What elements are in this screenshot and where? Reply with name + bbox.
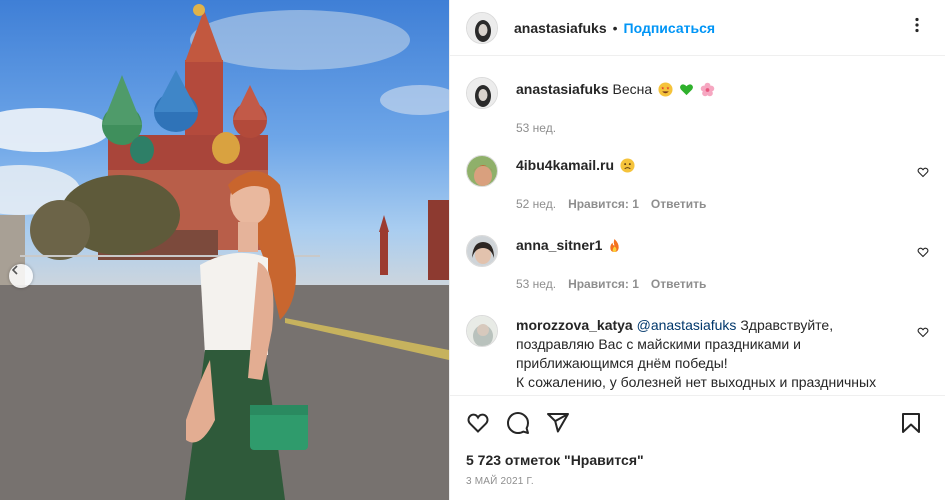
reply-button[interactable]: Ответить — [651, 275, 706, 293]
caption-meta: 53 нед. — [516, 119, 901, 137]
share-icon[interactable] — [546, 411, 570, 435]
caption-avatar[interactable] — [466, 77, 498, 109]
comment-mention-link[interactable]: @anastasiafuks — [637, 317, 737, 333]
comment-text-continued: К сожалению, у болезней нет выходных и п… — [516, 374, 877, 395]
post-details-panel: anastasiafuks • Подписаться anastasiafuk… — [449, 0, 945, 500]
comments-list[interactable]: anastasiafuks Весна 53 нед. 4ibu4kamail.… — [450, 57, 945, 395]
like-comment-heart-icon[interactable] — [917, 325, 929, 343]
caption-username[interactable]: anastasiafuks — [516, 81, 609, 97]
reply-button[interactable]: Ответить — [651, 195, 706, 213]
post-photo[interactable] — [0, 0, 449, 500]
post-actions-bar — [450, 395, 945, 449]
comment-item: morozzova_katya @anastasiafuks Здравству… — [466, 315, 929, 395]
more-icon — [909, 17, 925, 38]
commenter-avatar[interactable] — [466, 315, 498, 347]
caption-time[interactable]: 53 нед. — [516, 119, 556, 137]
separator-dot: • — [612, 19, 618, 36]
heart-icon[interactable] — [466, 411, 490, 435]
cherry-blossom-emoji — [700, 82, 715, 101]
comment-likes-count[interactable]: Нравится: 1 — [568, 195, 639, 213]
author-avatar[interactable] — [466, 11, 498, 44]
caption: anastasiafuks Весна 53 нед. — [466, 77, 929, 137]
comment-username[interactable]: 4ibu4kamail.ru — [516, 157, 614, 173]
post-header: anastasiafuks • Подписаться — [450, 0, 945, 56]
caption-text: Весна — [612, 81, 653, 97]
fire-emoji — [608, 238, 621, 257]
comment-time[interactable]: 52 нед. — [516, 195, 556, 213]
comment-likes-count[interactable]: Нравится: 1 — [568, 275, 639, 293]
likes-count[interactable]: 5 723 отметок "Нравится" — [466, 452, 644, 468]
comment-item: 4ibu4kamail.ru 52 нед. Нравится: 1 Ответ… — [466, 155, 929, 213]
comment-item: anna_sitner1 53 нед. Нравится: 1 Ответит… — [466, 235, 929, 293]
frowning-face-emoji — [620, 158, 635, 177]
author-username[interactable]: anastasiafuks — [514, 20, 607, 36]
star-struck-emoji — [658, 82, 673, 101]
bookmark-icon[interactable] — [899, 411, 923, 435]
comment-time[interactable]: 53 нед. — [516, 275, 556, 293]
follow-button[interactable]: Подписаться — [624, 20, 716, 36]
commenter-avatar[interactable] — [466, 235, 498, 267]
like-comment-heart-icon[interactable] — [917, 165, 929, 183]
more-options-button[interactable] — [905, 16, 929, 40]
photo-scene — [0, 4, 449, 500]
like-comment-heart-icon[interactable] — [917, 245, 929, 263]
comment-icon[interactable] — [506, 411, 530, 435]
post-date[interactable]: 3 МАЙ 2021 Г. — [466, 476, 534, 487]
comment-meta: 52 нед. Нравится: 1 Ответить — [516, 195, 901, 213]
comment-username[interactable]: morozzova_katya — [516, 317, 633, 333]
commenter-avatar[interactable] — [466, 155, 498, 187]
comment-username[interactable]: anna_sitner1 — [516, 237, 602, 253]
comment-meta: 53 нед. Нравится: 1 Ответить — [516, 275, 901, 293]
previous-photo-button[interactable] — [9, 264, 33, 288]
green-heart-emoji — [679, 82, 694, 101]
